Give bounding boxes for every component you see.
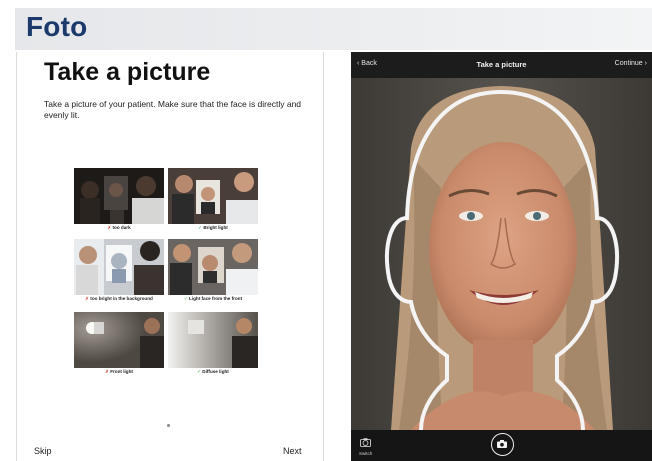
example-image-bright-light — [168, 168, 258, 224]
switch-camera-icon — [360, 438, 371, 447]
good-mark-icon: ✓ — [197, 369, 202, 374]
shutter-button[interactable] — [491, 433, 514, 456]
camera-title: Take a picture — [476, 60, 527, 69]
example-caption: ✓ Light face from the front — [183, 296, 243, 301]
good-mark-icon: ✓ — [183, 296, 188, 301]
camera-topbar: ‹ Back Take a picture Continue › — [351, 52, 652, 78]
bad-mark-icon: ✗ — [105, 369, 109, 374]
chevron-right-icon: › — [644, 60, 647, 67]
camera-preview — [351, 78, 652, 430]
bad-mark-icon: ✗ — [85, 296, 90, 301]
switch-label: Switch — [359, 451, 373, 456]
instructions-description: Take a picture of your patient. Make sur… — [44, 99, 302, 120]
continue-button[interactable]: Continue › — [615, 60, 647, 67]
example-caption: ✓ Bright light — [198, 225, 228, 230]
camera-panel: ‹ Back Take a picture Continue › Switch — [351, 52, 652, 461]
camera-bottombar: Switch — [351, 430, 652, 461]
header-band — [15, 8, 652, 50]
page-indicator — [167, 424, 170, 427]
good-mark-icon: ✓ — [198, 225, 203, 230]
instructions-title: Take a picture — [44, 58, 211, 86]
example-image-front-face-light — [168, 239, 258, 295]
example-image-bright-background — [74, 239, 164, 295]
skip-button[interactable]: Skip — [34, 446, 52, 456]
example-image-diffuse-light — [168, 312, 258, 368]
page-title: Foto — [26, 11, 88, 42]
camera-icon — [497, 440, 507, 448]
example-image-too-dark — [74, 168, 164, 224]
next-button[interactable]: Next — [283, 446, 302, 456]
instructions-panel: Take a picture Take a picture of your pa… — [16, 52, 324, 461]
bad-mark-icon: ✗ — [107, 225, 112, 230]
example-caption: ✓ Diffuse light — [197, 369, 229, 374]
example-image-front-light — [74, 312, 164, 368]
